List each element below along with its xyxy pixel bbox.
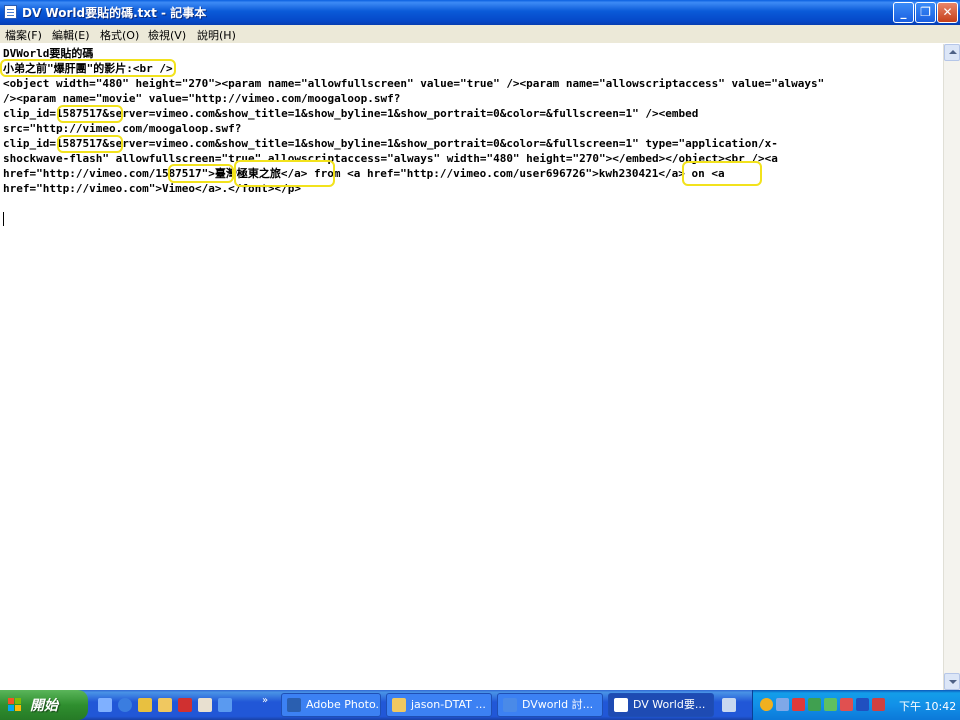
tray-icon[interactable] <box>840 698 853 711</box>
quicklaunch-expand-icon[interactable]: » <box>262 695 272 709</box>
browser-icon <box>503 698 517 712</box>
quicklaunch-media-icon[interactable] <box>138 698 152 712</box>
maximize-button[interactable]: ❐ <box>915 2 936 23</box>
text-line: shockwave-flash" allowfullscreen="true" … <box>3 152 778 165</box>
taskbar-task-active[interactable]: DV World要... <box>608 693 714 717</box>
start-label: 開始 <box>30 698 58 714</box>
scroll-down-button[interactable] <box>944 673 960 690</box>
menu-help[interactable]: 說明(H) <box>197 27 236 43</box>
quicklaunch-app-icon[interactable] <box>198 698 212 712</box>
window-title: DV World要貼的碼.txt - 記事本 <box>22 6 207 20</box>
tray-icon[interactable] <box>808 698 821 711</box>
windows-logo-icon <box>8 698 22 712</box>
system-tray: 下午 10:42 <box>752 690 960 720</box>
text-line: /><param name="movie" value="http://vime… <box>3 92 401 105</box>
task-label: DVworld 討... <box>522 698 594 711</box>
scroll-up-button[interactable] <box>944 44 960 61</box>
language-bar-icon[interactable] <box>722 698 736 712</box>
tray-icon[interactable] <box>760 698 773 711</box>
task-label: DV World要... <box>633 698 706 711</box>
tray-icon[interactable] <box>792 698 805 711</box>
minimize-button[interactable]: _ <box>893 2 914 23</box>
close-button[interactable]: ✕ <box>937 2 958 23</box>
taskbar-task[interactable]: jason-DTAT ... <box>386 693 492 717</box>
quicklaunch-ie-icon[interactable] <box>118 698 132 712</box>
title-bar[interactable]: DV World要貼的碼.txt - 記事本 _ ❐ ✕ <box>0 0 960 25</box>
taskbar: 開始 » Adobe Photo... jason-DTAT ... DVwor… <box>0 690 960 720</box>
vertical-scrollbar[interactable] <box>943 44 960 690</box>
folder-icon <box>392 698 406 712</box>
menu-bar: 檔案(F) 編輯(E) 格式(O) 檢視(V) 說明(H) <box>0 25 960 44</box>
highlight-mark <box>57 105 123 123</box>
highlight-mark <box>682 161 762 186</box>
text-line: href="http://vimeo.com/1587517">臺灣極東之旅</… <box>3 167 725 180</box>
menu-format[interactable]: 格式(O) <box>100 27 139 43</box>
task-label: Adobe Photo... <box>306 698 381 711</box>
quicklaunch-outlook-icon[interactable] <box>98 698 112 712</box>
text-editor[interactable]: DVWorld要貼的碼 小弟之前"爆肝團"的影片:<br /> <object … <box>0 44 943 690</box>
text-caret <box>3 212 4 226</box>
taskbar-task[interactable]: DVworld 討... <box>497 693 603 717</box>
start-button[interactable]: 開始 <box>0 690 88 720</box>
taskbar-task[interactable]: Adobe Photo... <box>281 693 381 717</box>
task-label: jason-DTAT ... <box>411 698 486 711</box>
tray-icon[interactable] <box>872 698 885 711</box>
menu-edit[interactable]: 編輯(E) <box>52 27 90 43</box>
quicklaunch-folder-icon[interactable] <box>158 698 172 712</box>
text-line: src="http://vimeo.com/moogaloop.swf? <box>3 122 242 135</box>
tray-icon[interactable] <box>856 698 869 711</box>
highlight-mark <box>0 59 176 77</box>
menu-file[interactable]: 檔案(F) <box>5 27 42 43</box>
quicklaunch-app-icon[interactable] <box>218 698 232 712</box>
text-line: <object width="480" height="270"><param … <box>3 77 825 90</box>
notepad-icon <box>4 5 17 19</box>
notepad-icon <box>614 698 628 712</box>
highlight-mark <box>168 164 234 183</box>
network-icon[interactable] <box>824 698 837 711</box>
clock[interactable]: 下午 10:42 <box>899 698 956 714</box>
photoshop-icon <box>287 698 301 712</box>
menu-view[interactable]: 檢視(V) <box>148 27 186 43</box>
quicklaunch-app-icon[interactable] <box>178 698 192 712</box>
highlight-mark <box>234 160 335 187</box>
highlight-mark <box>57 135 123 153</box>
tray-icon[interactable] <box>776 698 789 711</box>
